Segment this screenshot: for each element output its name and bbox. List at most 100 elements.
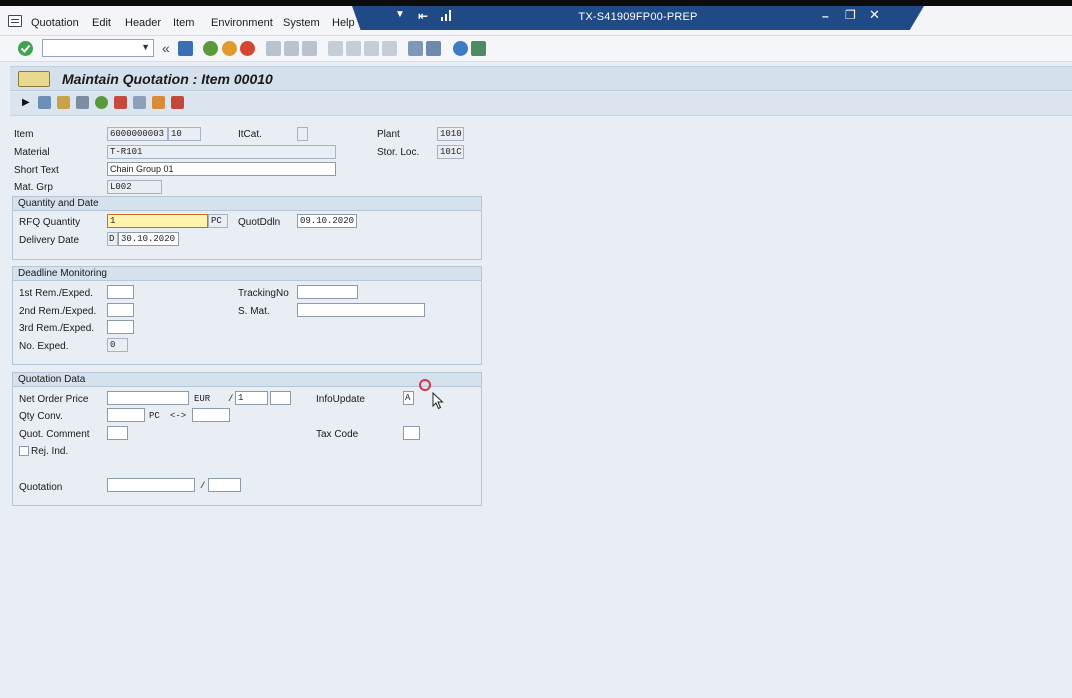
quotation-slash: /	[200, 481, 206, 491]
qty-conversion-target-field[interactable]	[192, 408, 230, 422]
application-toolbar: ▶	[10, 92, 1072, 116]
item-number-field: 10	[168, 127, 201, 141]
menu-edit[interactable]: Edit	[92, 17, 111, 29]
supplier-material-field[interactable]	[297, 303, 425, 317]
window-title-banner: ▼ ⇤ TX-S41909FP00-PREP – ❐ ✕	[352, 6, 924, 30]
itcat-field	[297, 127, 308, 141]
rejection-indicator-checkbox[interactable]	[19, 446, 29, 456]
display-icon[interactable]	[95, 96, 108, 109]
quotation-number-field[interactable]	[107, 478, 195, 492]
tax-code-field[interactable]	[403, 426, 420, 440]
plant-label: Plant	[377, 129, 400, 140]
print-preview-icon[interactable]	[76, 96, 89, 109]
enter-check-icon[interactable]	[18, 41, 33, 56]
quotation-deadline-label: QuotDdln	[238, 217, 281, 228]
net-order-price-field[interactable]	[107, 391, 189, 405]
help-icon[interactable]	[453, 41, 468, 56]
find-icon[interactable]	[284, 41, 299, 56]
qty-conversion-label: Qty Conv.	[19, 411, 63, 422]
first-reminder-field[interactable]	[107, 285, 134, 299]
quotation-comment-field[interactable]	[107, 426, 128, 440]
quantity-date-group: Quantity and Date	[12, 196, 482, 260]
currency-text: EUR	[194, 394, 211, 404]
quotation-deadline-field[interactable]: 09.10.2020	[297, 214, 357, 228]
previous-page-icon[interactable]	[346, 41, 361, 56]
mouse-pointer-icon	[432, 391, 444, 413]
third-reminder-label: 3rd Rem./Exped.	[19, 323, 95, 334]
page-title: Maintain Quotation : Item 00010	[62, 71, 273, 87]
tracking-number-field[interactable]	[297, 285, 358, 299]
supplier-material-label: S. Mat.	[238, 306, 270, 317]
transaction-menu-icon[interactable]	[18, 71, 50, 87]
next-page-icon[interactable]	[364, 41, 379, 56]
rfq-unit-field: PC	[208, 214, 228, 228]
delivery-date-field[interactable]: 30.10.2020	[118, 232, 179, 246]
delivery-icon[interactable]	[152, 96, 165, 109]
menu-system[interactable]: System	[283, 17, 320, 29]
find-next-icon[interactable]	[302, 41, 317, 56]
price-unit-slash: /	[228, 394, 234, 404]
second-reminder-label: 2nd Rem./Exped.	[19, 306, 97, 317]
info-update-field[interactable]: A	[403, 391, 414, 405]
menu-header[interactable]: Header	[125, 17, 161, 29]
delivery-date-format-field: D	[107, 232, 118, 246]
back-icon[interactable]	[203, 41, 218, 56]
texts-icon[interactable]	[133, 96, 146, 109]
storage-location-field: 101C	[437, 145, 464, 159]
quotation-data-title: Quotation Data	[13, 373, 481, 387]
restore-icon[interactable]: ❐	[845, 8, 856, 22]
material-field: T-R101	[107, 145, 336, 159]
material-label: Material	[14, 147, 50, 158]
second-reminder-field[interactable]	[107, 303, 134, 317]
minimize-icon[interactable]: –	[822, 9, 829, 23]
standard-toolbar: ▼ «	[0, 36, 1072, 62]
conditions-icon[interactable]	[114, 96, 127, 109]
menu-item[interactable]: Item	[173, 17, 194, 29]
material-group-field: L002	[107, 180, 162, 194]
price-unit-field[interactable]: 1	[235, 391, 268, 405]
rfq-quantity-field[interactable]: 1	[107, 214, 208, 228]
tracking-number-label: TrackingNo	[238, 288, 289, 299]
double-chevron-left-icon[interactable]: «	[162, 40, 170, 56]
info-update-label: InfoUpdate	[316, 394, 365, 405]
quotation-comment-label: Quot. Comment	[19, 429, 90, 440]
exit-icon[interactable]	[222, 41, 237, 56]
chevron-down-icon[interactable]: ▼	[141, 42, 150, 52]
quotation-item-field[interactable]	[208, 478, 241, 492]
short-text-field[interactable]: Chain Group 01	[107, 162, 336, 176]
item-label: Item	[14, 129, 34, 140]
layout-menu-icon[interactable]	[471, 41, 486, 56]
cancel-icon[interactable]	[240, 41, 255, 56]
shortcut-icon[interactable]	[426, 41, 441, 56]
itcat-label: ItCat.	[238, 129, 262, 140]
delete-icon[interactable]	[38, 96, 51, 109]
quotation-label: Quotation	[19, 482, 63, 493]
expand-arrow-icon[interactable]: ▶	[22, 97, 30, 108]
qty-unit-text: PC	[149, 411, 160, 421]
last-page-icon[interactable]	[382, 41, 397, 56]
save-icon[interactable]	[178, 41, 193, 56]
system-menu-icon[interactable]	[8, 15, 22, 27]
storage-location-label: Stor. Loc.	[377, 147, 420, 158]
short-text-label: Short Text	[14, 165, 59, 176]
menu-help[interactable]: Help	[332, 17, 355, 29]
order-price-unit-field[interactable]	[270, 391, 291, 405]
delivery-date-label: Delivery Date	[19, 235, 80, 246]
vendor-icon[interactable]	[57, 96, 70, 109]
conversion-arrow-text: <->	[170, 411, 187, 421]
plant-field: 1010	[437, 127, 464, 141]
rejection-indicator-label: Rej. Ind.	[31, 446, 69, 457]
material-group-label: Mat. Grp	[14, 182, 53, 193]
menu-environment[interactable]: Environment	[211, 17, 273, 29]
third-reminder-field[interactable]	[107, 320, 134, 334]
screen-title-bar: Maintain Quotation : Item 00010	[10, 66, 1072, 91]
print-icon[interactable]	[266, 41, 281, 56]
close-icon[interactable]: ✕	[869, 7, 880, 23]
command-field[interactable]: ▼	[42, 39, 154, 57]
qty-conversion-field[interactable]	[107, 408, 145, 422]
copy-icon[interactable]	[171, 96, 184, 109]
first-page-icon[interactable]	[328, 41, 343, 56]
new-session-icon[interactable]	[408, 41, 423, 56]
menu-quotation[interactable]: Quotation	[31, 17, 79, 29]
click-indicator-icon	[419, 379, 431, 391]
